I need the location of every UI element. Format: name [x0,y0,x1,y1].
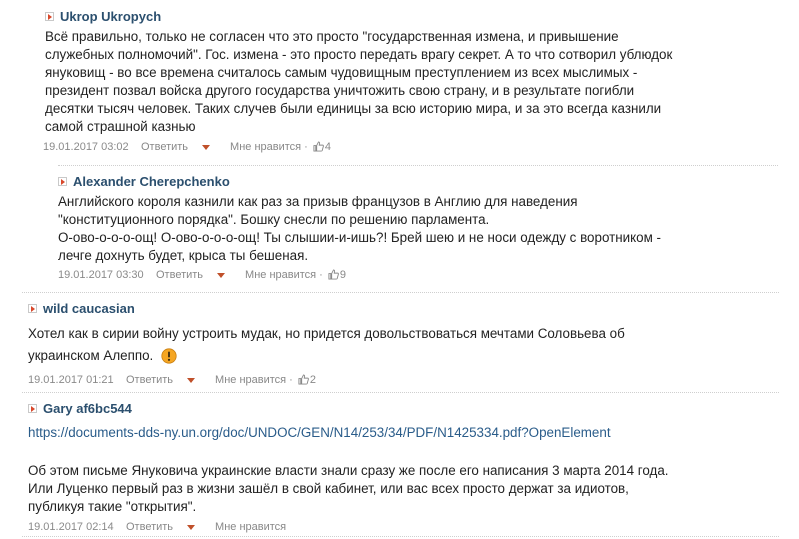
comment-date: 19.01.2017 01:21 [28,374,114,386]
comment-date: 19.01.2017 03:30 [58,269,144,281]
comment-author[interactable]: Alexander Cherepchenko [73,174,230,189]
reply-button[interactable]: Ответить [126,521,173,533]
comment: Alexander Cherepchenko Английского корол… [58,171,778,284]
comment-text: Английского короля казнили как раз за пр… [58,194,661,263]
collapse-arrow-icon[interactable] [45,11,54,21]
like-button[interactable]: Мне нравится · 9 [245,269,346,281]
like-count: 2 [309,374,317,386]
thumbs-up-icon [328,269,339,280]
divider [58,165,778,166]
comment-meta: 19.01.2017 03:30 Ответить Мне нравится ·… [58,266,778,284]
comment-header: Alexander Cherepchenko [58,171,778,191]
comment-date: 19.01.2017 02:14 [28,521,114,533]
comment-text: Об этом письме Януковича украинские влас… [28,463,669,514]
comment-author[interactable]: Gary af6bc544 [43,401,132,416]
caret-down-icon[interactable] [187,377,196,383]
comment-meta: 19.01.2017 03:02 Ответить Мне нравится ·… [43,138,785,156]
divider [22,392,779,393]
reply-button[interactable]: Ответить [141,141,188,153]
caret-down-icon[interactable] [187,524,196,530]
comment: Gary af6bc544 https://documents-dds-ny.u… [28,398,788,536]
like-count: 4 [324,141,332,153]
comment: Ukrop Ukropych Всё правильно, только не … [43,6,785,156]
collapse-arrow-icon[interactable] [28,403,37,413]
comment-author[interactable]: Ukrop Ukropych [60,9,161,24]
comment-author[interactable]: wild caucasian [43,301,135,316]
like-button[interactable]: Мне нравится [215,521,286,533]
reply-button[interactable]: Ответить [156,269,203,281]
divider [22,292,779,293]
comment-link[interactable]: https://documents-dds-ny.un.org/doc/UNDO… [28,425,611,440]
comment-text: Хотел как в сирии войну устроить мудак, … [28,326,625,364]
divider [22,536,779,537]
comment-meta: 19.01.2017 01:21 Ответить Мне нравится ·… [28,371,778,389]
caret-down-icon[interactable] [217,272,226,278]
comment-date: 19.01.2017 03:02 [43,141,129,153]
comment-header: Ukrop Ukropych [45,6,785,26]
like-button[interactable]: Мне нравится · 4 [230,141,331,153]
comment-header: Gary af6bc544 [28,398,788,418]
thumbs-up-icon [298,374,309,385]
collapse-arrow-icon[interactable] [58,176,67,186]
comment-meta: 19.01.2017 02:14 Ответить Мне нравится [28,518,788,536]
comment: wild caucasian Хотел как в сирии войну у… [28,298,778,389]
thumbs-up-icon [313,141,324,152]
like-count: 9 [339,269,347,281]
warning-emoji-icon [161,348,177,364]
collapse-arrow-icon[interactable] [28,303,37,313]
reply-button[interactable]: Ответить [126,374,173,386]
comment-header: wild caucasian [28,298,778,318]
caret-down-icon[interactable] [202,144,211,150]
like-button[interactable]: Мне нравится · 2 [215,374,316,386]
comment-text: Всё правильно, только не согласен что эт… [45,29,673,134]
